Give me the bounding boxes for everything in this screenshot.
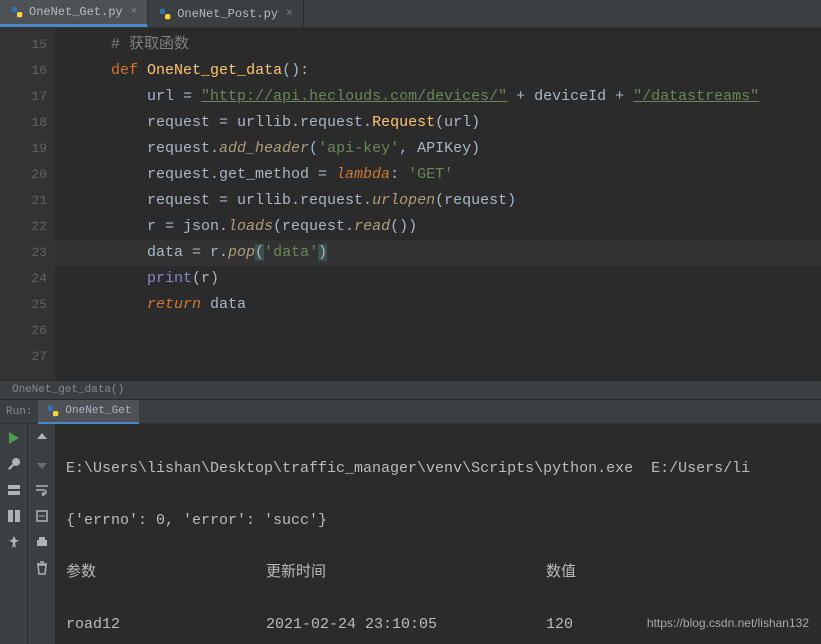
code-line: url = "http://api.heclouds.com/devices/"… (55, 84, 821, 110)
code-area[interactable]: # 获取函数 def OneNet_get_data(): url = "htt… (55, 28, 821, 380)
output-line: E:\Users\lishan\Desktop\traffic_manager\… (66, 456, 811, 482)
output-line: {'errno': 0, 'error': 'succ'} (66, 508, 811, 534)
pin-icon[interactable] (6, 534, 22, 550)
run-toolbar-left (0, 424, 28, 644)
editor-tabs: OneNet_Get.py × OneNet_Post.py × (0, 0, 821, 28)
run-tab[interactable]: OneNet_Get (38, 400, 139, 424)
layout-icon[interactable] (6, 482, 22, 498)
run-icon[interactable] (6, 430, 22, 446)
close-icon[interactable]: × (286, 8, 293, 20)
breadcrumb[interactable]: OneNet_get_data() (0, 380, 821, 400)
code-line: request = urllib.request.Request(url) (55, 110, 821, 136)
up-icon[interactable] (34, 430, 50, 446)
code-line: request = urllib.request.urlopen(request… (55, 188, 821, 214)
code-editor[interactable]: 15 16 17 18 19 20 21 22 23 24 25 26 27 #… (0, 28, 821, 380)
code-line-current: data = r.pop('data') (55, 240, 821, 266)
code-line: print(r) (55, 266, 821, 292)
code-line: return data (55, 292, 821, 318)
code-line: def OneNet_get_data(): (55, 58, 821, 84)
run-panel-header: Run: OneNet_Get (0, 400, 821, 424)
code-line: request.add_header('api-key', APIKey) (55, 136, 821, 162)
code-line: request.get_method = lambda: 'GET' (55, 162, 821, 188)
tab-onenet-get[interactable]: OneNet_Get.py × (0, 0, 148, 27)
watermark: https://blog.csdn.net/lishan132 (647, 610, 809, 636)
tab-label: OneNet_Post.py (177, 7, 278, 21)
tab-onenet-post[interactable]: OneNet_Post.py × (148, 0, 303, 27)
trash-icon[interactable] (34, 560, 50, 576)
print-icon[interactable] (34, 534, 50, 550)
output-header: 参数更新时间数值 (66, 560, 811, 586)
python-file-icon (158, 7, 172, 21)
run-panel: E:\Users\lishan\Desktop\traffic_manager\… (0, 424, 821, 644)
run-label: Run: (6, 406, 38, 418)
down-icon[interactable] (34, 456, 50, 472)
python-file-icon (46, 404, 60, 418)
code-line: # 获取函数 (55, 32, 821, 58)
close-icon[interactable]: × (131, 6, 138, 18)
layout2-icon[interactable] (6, 508, 22, 524)
run-toolbar-right (28, 424, 56, 644)
wrap-icon[interactable] (34, 482, 50, 498)
wrench-icon[interactable] (6, 456, 22, 472)
console-output[interactable]: E:\Users\lishan\Desktop\traffic_manager\… (56, 424, 821, 644)
python-file-icon (10, 5, 24, 19)
scroll-icon[interactable] (34, 508, 50, 524)
line-gutter: 15 16 17 18 19 20 21 22 23 24 25 26 27 (0, 28, 55, 380)
code-line: r = json.loads(request.read()) (55, 214, 821, 240)
tab-label: OneNet_Get.py (29, 5, 123, 19)
